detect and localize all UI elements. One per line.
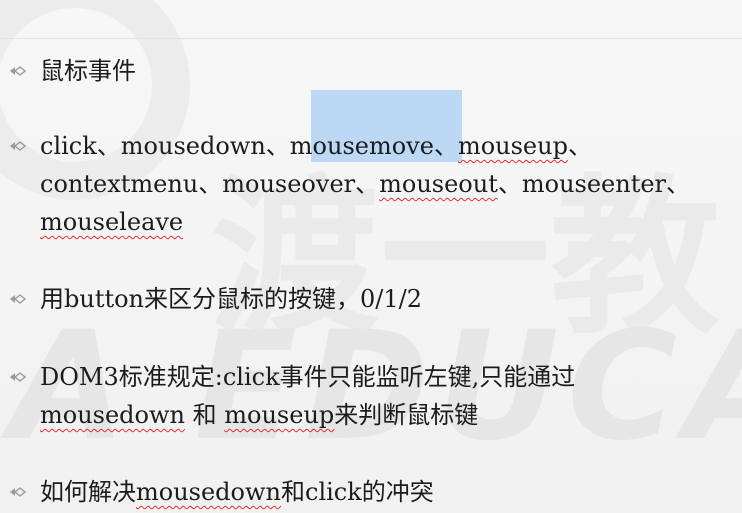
bullet-text: DOM3标准规定:click事件只能监听左键,只能通过 mousedown 和 … [40, 358, 730, 434]
bullet-segment: 来判断鼠标键 [334, 401, 479, 429]
bullet-line: 鼠标事件 [40, 52, 730, 90]
bullet-segment: click、mousedown、 [40, 132, 290, 160]
diamond-arrow-bullet-icon [10, 141, 27, 151]
bullet-segment-spellcheck: mouseout [379, 170, 498, 198]
diamond-arrow-bullet-icon [10, 66, 27, 76]
bullet-text: 鼠标事件 [40, 52, 730, 90]
bullet-segment: 鼠标事件 [40, 57, 136, 85]
bullet-line: click、mousedown、mousemove、mouseup、 [40, 127, 730, 165]
bullet-segment-spellcheck: mouseup [224, 401, 335, 429]
bullet-segment: 、 [567, 132, 592, 160]
bullet-line: contextmenu、mouseover、mouseout、mouseente… [40, 165, 730, 203]
bullet-segment-spellcheck: mousedown [40, 401, 185, 429]
bullet-segment: contextmenu、mouseover、 [40, 170, 380, 198]
bullet-segment: 、mouseenter、 [497, 170, 691, 198]
bullet-text: 用button来区分鼠标的按键，0/1/2 [40, 280, 730, 318]
bullet-text: click、mousedown、mousemove、mouseup、 conte… [40, 127, 730, 241]
diamond-arrow-bullet-icon [10, 294, 27, 304]
bullet-line: 如何解决mousedown和click的冲突 [40, 473, 730, 511]
bullet-segment-spellcheck: mouseup [457, 132, 568, 160]
bullet-segment: 和click的冲突 [281, 478, 434, 506]
bullet-segment: 、 [433, 132, 458, 160]
bullet-segment: 用button来区分鼠标的按键，0/1/2 [40, 285, 422, 313]
bullet-list: 鼠标事件 click、mousedown、mousemove、mouseup、 … [0, 0, 742, 513]
bullet-line: 用button来区分鼠标的按键，0/1/2 [40, 280, 730, 318]
bullet-line: mousedown 和 mouseup来判断鼠标键 [40, 396, 730, 434]
slide-page: 渡一教 A EDUCAT 鼠标事件 click、mousedown、mousem… [0, 0, 742, 513]
bullet-segment-spellcheck: mouseleave [40, 208, 184, 236]
bullet-segment: 和 [185, 401, 225, 429]
bullet-line: mouseleave [40, 203, 730, 241]
bullet-segment: DOM3标准规定:click事件只能监听左键,只能通过 [40, 363, 576, 391]
bullet-segment-spellcheck: mousedown [136, 478, 281, 506]
diamond-arrow-bullet-icon [10, 487, 27, 497]
diamond-arrow-bullet-icon [10, 372, 27, 382]
bullet-text: 如何解决mousedown和click的冲突 [40, 473, 730, 511]
bullet-line: DOM3标准规定:click事件只能监听左键,只能通过 [40, 358, 730, 396]
bullet-segment-selected: mousemove [289, 132, 434, 160]
bullet-segment: 如何解决 [40, 478, 136, 506]
